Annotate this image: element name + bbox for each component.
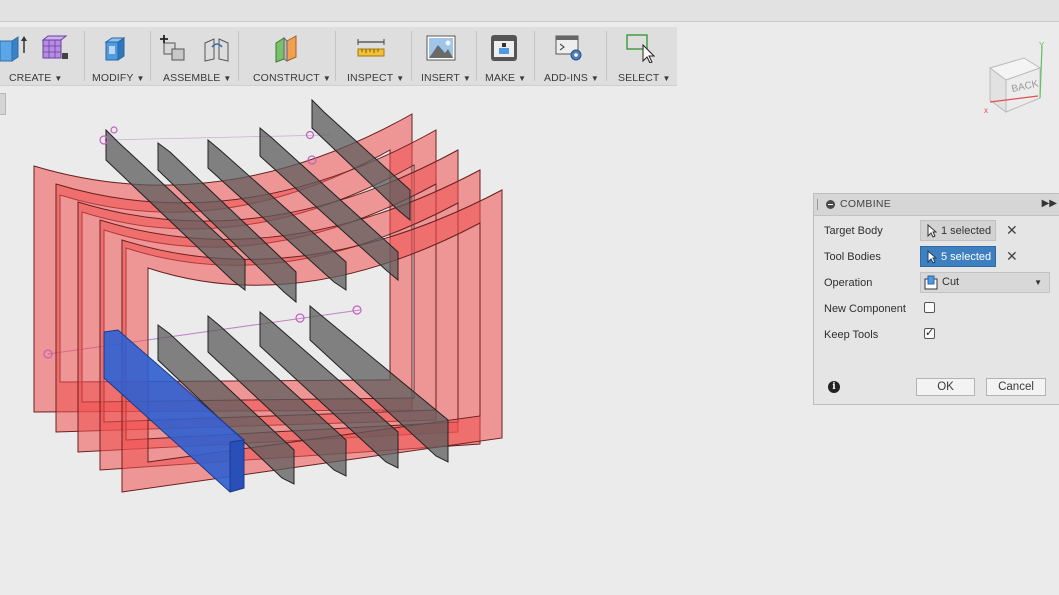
new-component-row: New Component	[824, 298, 1054, 320]
ribbon-toolbar: CREATE ▼ MODIFY ▼ ASSEMBLE ▼ CONSTRUCT ▼…	[0, 27, 677, 86]
add-ins-menu[interactable]: ADD-INS ▼	[536, 27, 604, 85]
dialog-header[interactable]: COMBINE ▶▶	[814, 194, 1059, 216]
select-menu[interactable]: SELECT ▼	[608, 27, 676, 85]
assemble-label: ASSEMBLE	[163, 72, 221, 84]
press-pull-icon	[104, 37, 126, 61]
tool-bodies-selector[interactable]: 5 selected	[920, 246, 996, 267]
extrude-box-icon	[0, 36, 27, 62]
new-component-icon	[160, 35, 185, 61]
title-bar	[0, 0, 1059, 22]
keep-tools-checkbox[interactable]: ✓	[924, 327, 935, 339]
dialog-title: COMBINE	[840, 198, 892, 210]
tool-bodies-row: Tool Bodies 5 selected ✕	[824, 246, 1054, 268]
tool-bodies-label: Tool Bodies	[824, 251, 881, 263]
y-axis-glyph: Y	[1039, 41, 1045, 50]
clear-tools-icon[interactable]: ✕	[1006, 248, 1018, 264]
new-component-checkbox[interactable]	[924, 302, 935, 313]
chevron-down-icon: ▼	[1034, 278, 1042, 287]
x-axis-glyph: x	[984, 106, 988, 115]
form-box-icon	[41, 35, 68, 59]
keep-tools-row: Keep Tools ✓	[824, 324, 1054, 346]
insert-menu[interactable]: INSERT ▼	[413, 27, 473, 85]
target-body-selector[interactable]: 1 selected	[920, 220, 996, 241]
cursor-arrow-icon	[927, 250, 937, 264]
modify-menu[interactable]: MODIFY ▼	[86, 27, 148, 85]
select-cursor-icon	[626, 34, 655, 63]
add-ins-label: ADD-INS	[544, 72, 588, 84]
insert-image-icon	[426, 35, 456, 61]
expand-icon[interactable]: ▶▶	[1042, 198, 1057, 209]
info-icon[interactable]: i	[828, 381, 840, 393]
model-viewport[interactable]	[0, 86, 810, 595]
create-menu[interactable]: CREATE ▼	[0, 27, 82, 85]
target-body-row: Target Body 1 selected ✕	[824, 220, 1054, 242]
drag-handle[interactable]	[817, 199, 818, 210]
cut-operation-icon	[924, 275, 938, 290]
checkmark-icon: ✓	[925, 327, 935, 339]
assemble-menu[interactable]: ASSEMBLE ▼	[152, 27, 236, 85]
combine-dialog: COMBINE ▶▶ Target Body 1 selected ✕ Tool…	[813, 193, 1059, 405]
select-label: SELECT	[618, 72, 660, 84]
scripts-gear-icon	[555, 35, 582, 61]
plane-icon	[275, 35, 297, 63]
make-menu[interactable]: MAKE ▼	[478, 27, 532, 85]
construct-label: CONSTRUCT	[253, 72, 320, 84]
make-label: MAKE	[485, 72, 516, 84]
create-label: CREATE	[9, 72, 52, 84]
tool-bodies-value: 5 selected	[941, 251, 992, 263]
operation-label: Operation	[824, 277, 873, 289]
joint-icon	[204, 38, 229, 62]
dialog-footer: i OK Cancel	[814, 371, 1059, 404]
new-component-label: New Component	[824, 303, 906, 315]
target-body-value: 1 selected	[941, 225, 992, 237]
3d-print-icon	[491, 35, 517, 61]
inspect-menu[interactable]: INSPECT ▼	[337, 27, 409, 85]
cancel-button[interactable]: Cancel	[986, 378, 1046, 396]
collapse-icon[interactable]	[826, 200, 835, 209]
inspect-label: INSPECT	[347, 72, 394, 84]
measure-ruler-icon	[357, 39, 385, 57]
ok-button[interactable]: OK	[916, 378, 975, 396]
keep-tools-label: Keep Tools	[824, 329, 879, 341]
operation-value: Cut	[942, 276, 960, 288]
target-body-label: Target Body	[824, 225, 883, 237]
operation-dropdown[interactable]: Cut ▼	[920, 272, 1050, 293]
construct-menu[interactable]: CONSTRUCT ▼	[240, 27, 332, 85]
insert-label: INSERT	[421, 72, 460, 84]
view-cube[interactable]: BACK x Y	[978, 40, 1050, 118]
operation-row: Operation Cut ▼	[824, 272, 1054, 294]
clear-target-icon[interactable]: ✕	[1006, 222, 1018, 238]
cursor-arrow-icon	[927, 224, 937, 238]
modify-label: MODIFY	[92, 72, 134, 84]
